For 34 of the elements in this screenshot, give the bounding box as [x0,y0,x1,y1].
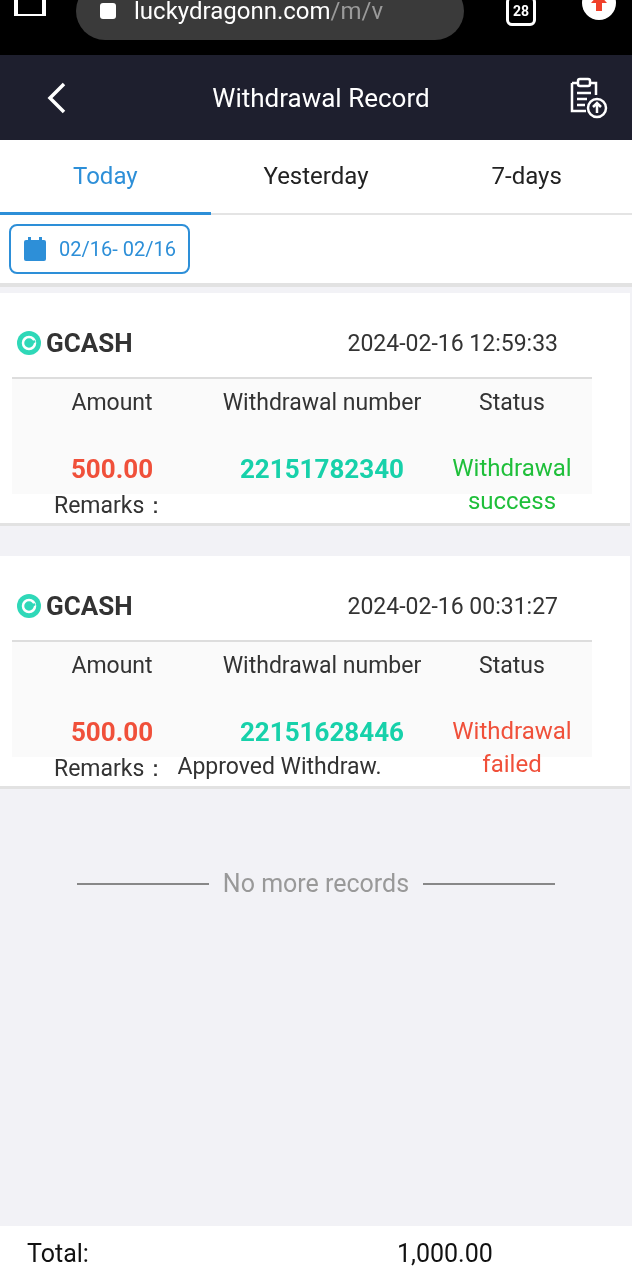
column-header: Amount [70,651,154,679]
wallet-logo-icon [16,593,42,619]
end-of-list-text: No more records [222,869,410,898]
page-title: Withdrawal Record [212,82,430,113]
remarks-text: Approved Withdraw. [177,753,382,782]
lock-icon [100,3,116,19]
withdrawal-number: 22151782340 [238,453,406,484]
remarks-label: Remarks： [54,491,168,521]
calendar-icon [23,236,47,262]
record-time: 2024-02-16 00:31:27 [347,592,558,620]
total-value: 1,000.00 [397,1238,493,1268]
payment-method: GCASH [46,591,133,621]
status-text: Withdrawal [451,453,573,484]
date-range-button[interactable]: 02/16- 02/16 [9,224,190,274]
record-time: 2024-02-16 12:59:33 [347,329,558,357]
total-label: Total: [27,1238,90,1268]
column-header: Withdrawal number [221,388,423,416]
column-header: Withdrawal number [221,651,423,679]
tab-count-button[interactable]: 28 [506,0,536,26]
status-text: failed [481,749,543,780]
wallet-logo-icon [16,330,42,356]
address-bar[interactable]: luckydragonn.com/m/v [76,0,464,40]
column-header: Amount [70,388,154,416]
status-text: success [466,486,558,517]
remarks-label: Remarks： [54,754,168,784]
tab[interactable]: 7-days [421,140,632,215]
payment-method: GCASH [46,328,133,358]
amount-value: 500.00 [69,453,155,484]
amount-value: 500.00 [69,716,155,747]
withdrawal-number: 22151628446 [238,716,406,747]
column-header: Status [478,388,546,416]
column-header: Status [478,651,546,679]
tab[interactable]: Yesterday [210,140,422,215]
status-text: Withdrawal [451,716,573,747]
